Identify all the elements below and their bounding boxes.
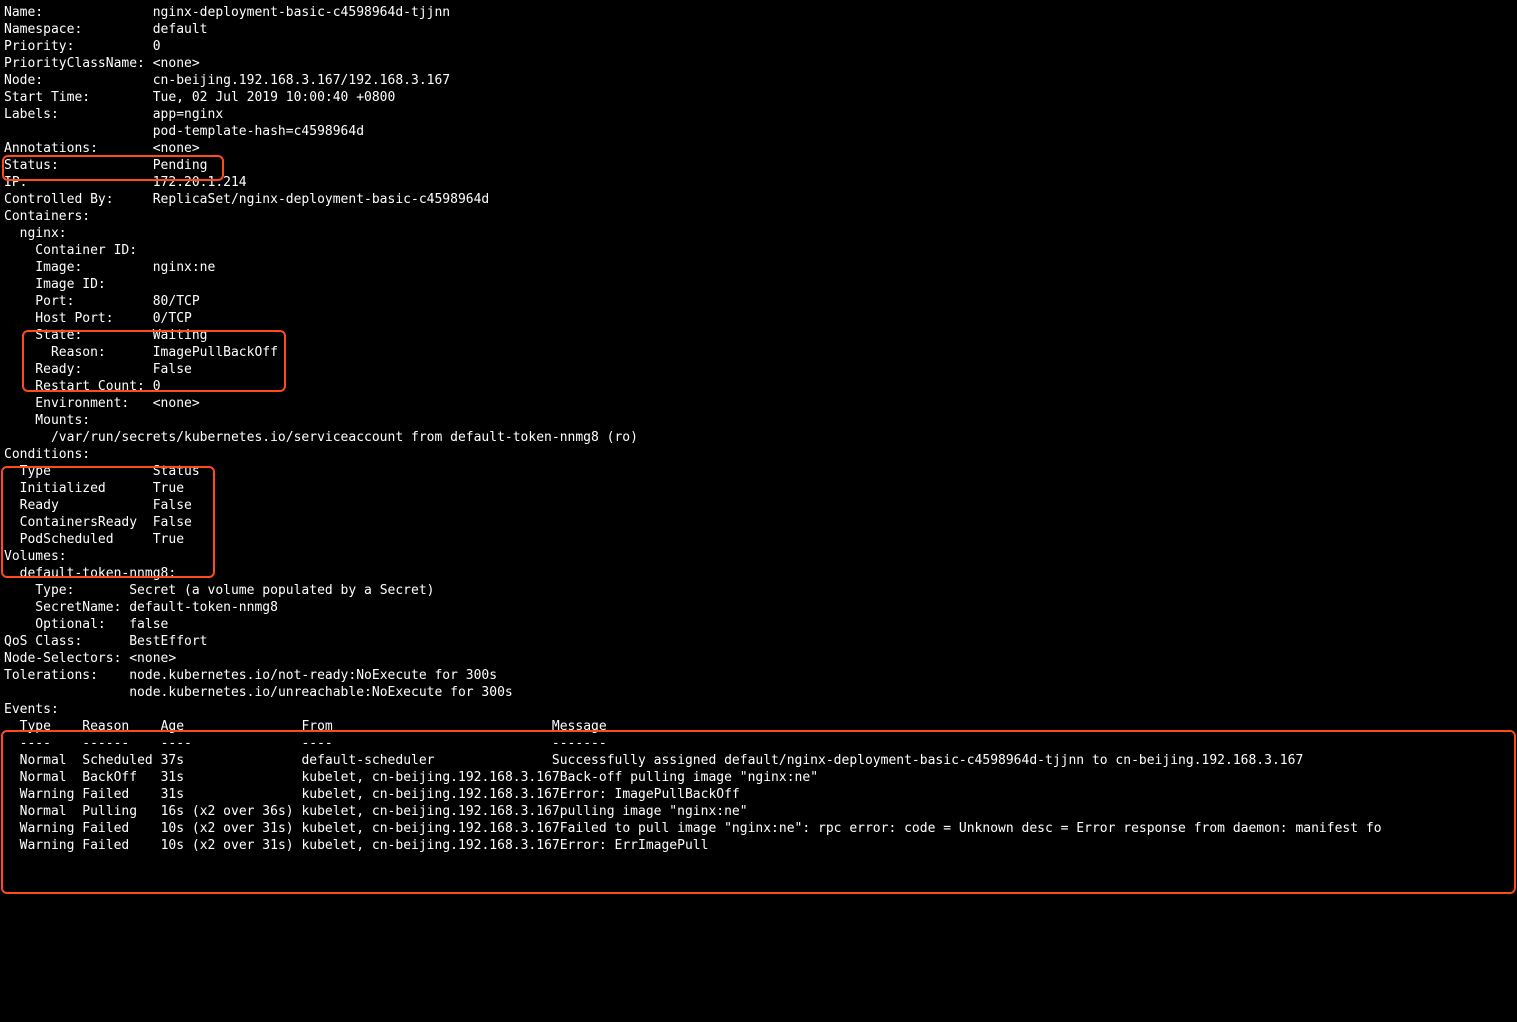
events-cols: Type Reason Age From Message — [4, 718, 1513, 735]
field-name: Name: nginx-deployment-basic-c4598964d-t… — [4, 4, 1513, 21]
event-row: Warning Failed 10s (x2 over 31s) kubelet… — [4, 837, 1513, 854]
tolerations-cont: node.kubernetes.io/unreachable:NoExecute… — [4, 684, 1513, 701]
field-priority: Priority: 0 — [4, 38, 1513, 55]
container-name: nginx: — [4, 225, 1513, 242]
container-image: Image: nginx:ne — [4, 259, 1513, 276]
event-row: Normal Scheduled 37s default-scheduler S… — [4, 752, 1513, 769]
volume-secretname: SecretName: default-token-nnmg8 — [4, 599, 1513, 616]
field-namespace: Namespace: default — [4, 21, 1513, 38]
container-mounts: Mounts: — [4, 412, 1513, 429]
node-selectors: Node-Selectors: <none> — [4, 650, 1513, 667]
container-mount-line: /var/run/secrets/kubernetes.io/serviceac… — [4, 429, 1513, 446]
field-ip: IP: 172.20.1.214 — [4, 174, 1513, 191]
volume-name: default-token-nnmg8: — [4, 565, 1513, 582]
containers-header: Containers: — [4, 208, 1513, 225]
field-start-time: Start Time: Tue, 02 Jul 2019 10:00:40 +0… — [4, 89, 1513, 106]
qos-class: QoS Class: BestEffort — [4, 633, 1513, 650]
conditions-row: ContainersReady False — [4, 514, 1513, 531]
conditions-cols: Type Status — [4, 463, 1513, 480]
field-labels: Labels: app=nginx — [4, 106, 1513, 123]
volumes-header: Volumes: — [4, 548, 1513, 565]
field-status: Status: Pending — [4, 157, 1513, 174]
field-node: Node: cn-beijing.192.168.3.167/192.168.3… — [4, 72, 1513, 89]
container-restart-count: Restart Count: 0 — [4, 378, 1513, 395]
conditions-header: Conditions: — [4, 446, 1513, 463]
conditions-row: PodScheduled True — [4, 531, 1513, 548]
field-priorityclassname: PriorityClassName: <none> — [4, 55, 1513, 72]
container-port: Port: 80/TCP — [4, 293, 1513, 310]
event-row: Warning Failed 10s (x2 over 31s) kubelet… — [4, 820, 1513, 837]
event-row: Normal BackOff 31s kubelet, cn-beijing.1… — [4, 769, 1513, 786]
container-state: State: Waiting — [4, 327, 1513, 344]
event-row: Normal Pulling 16s (x2 over 36s) kubelet… — [4, 803, 1513, 820]
container-id: Container ID: — [4, 242, 1513, 259]
events-dashes: ---- ------ ---- ---- ------- — [4, 735, 1513, 752]
volume-optional: Optional: false — [4, 616, 1513, 633]
terminal-output: Name: nginx-deployment-basic-c4598964d-t… — [0, 0, 1517, 864]
container-ready: Ready: False — [4, 361, 1513, 378]
field-controlled-by: Controlled By: ReplicaSet/nginx-deployme… — [4, 191, 1513, 208]
conditions-row: Initialized True — [4, 480, 1513, 497]
volume-type: Type: Secret (a volume populated by a Se… — [4, 582, 1513, 599]
events-header: Events: — [4, 701, 1513, 718]
container-environment: Environment: <none> — [4, 395, 1513, 412]
tolerations: Tolerations: node.kubernetes.io/not-read… — [4, 667, 1513, 684]
container-state-reason: Reason: ImagePullBackOff — [4, 344, 1513, 361]
field-labels-cont: pod-template-hash=c4598964d — [4, 123, 1513, 140]
field-annotations: Annotations: <none> — [4, 140, 1513, 157]
event-row: Warning Failed 31s kubelet, cn-beijing.1… — [4, 786, 1513, 803]
container-image-id: Image ID: — [4, 276, 1513, 293]
conditions-row: Ready False — [4, 497, 1513, 514]
container-host-port: Host Port: 0/TCP — [4, 310, 1513, 327]
